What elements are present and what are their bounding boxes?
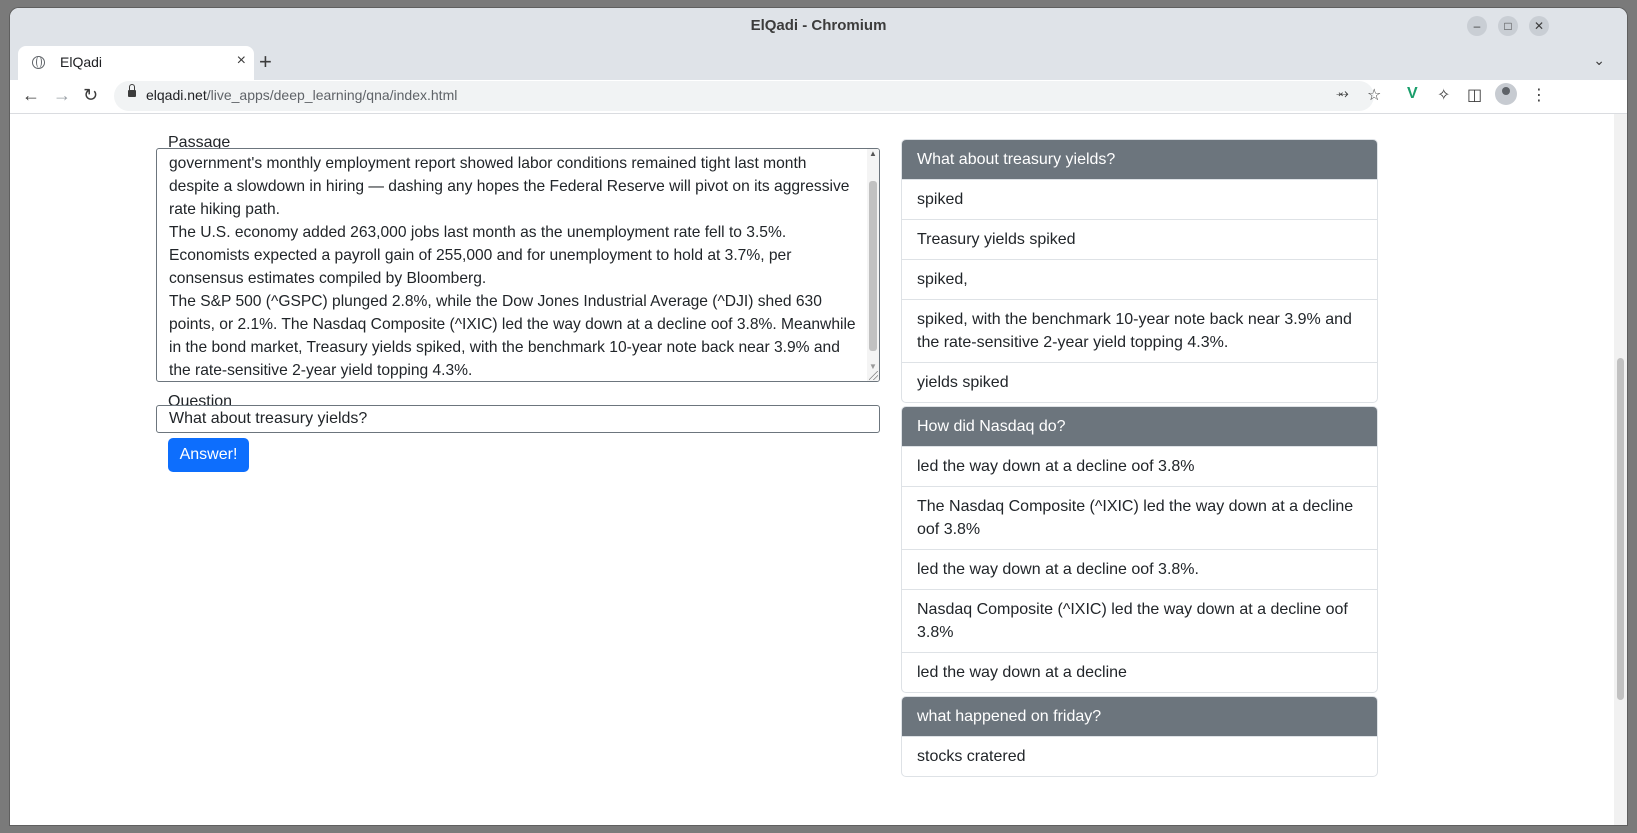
close-window-button[interactable]: ✕ xyxy=(1529,16,1549,36)
extensions-icon[interactable]: ✧ xyxy=(1437,85,1450,105)
page-scrollbar[interactable] xyxy=(1614,114,1627,825)
close-icon[interactable]: × xyxy=(237,52,246,70)
passage-scrollbar[interactable]: ▲ ▼ xyxy=(867,149,879,381)
answer-item: stocks cratered xyxy=(902,736,1377,776)
title-bar: ElQadi - Chromium – □ ✕ xyxy=(10,8,1627,44)
resize-grip-icon[interactable] xyxy=(869,371,878,380)
minimize-button[interactable]: – xyxy=(1467,16,1487,36)
url-path: /live_apps/deep_learning/qna/index.html xyxy=(206,87,458,103)
reload-icon[interactable]: ↻ xyxy=(83,85,98,106)
answer-item: led the way down at a decline oof 3.8%. xyxy=(902,549,1377,589)
answer-item: The Nasdaq Composite (^IXIC) led the way… xyxy=(902,486,1377,549)
answer-item: led the way down at a decline oof 3.8% xyxy=(902,446,1377,486)
window-title: ElQadi - Chromium xyxy=(750,17,887,34)
chevron-down-icon[interactable]: ⌄ xyxy=(1593,52,1605,69)
vue-devtools-icon[interactable]: V xyxy=(1407,85,1418,103)
share-icon[interactable]: ⥇ xyxy=(1336,85,1349,103)
passage-textarea[interactable]: government's monthly employment report s… xyxy=(156,148,880,382)
scroll-up-icon[interactable]: ▲ xyxy=(869,149,877,158)
question-input[interactable] xyxy=(156,405,880,433)
page-scrollbar-thumb[interactable] xyxy=(1617,358,1624,700)
passage-text[interactable]: government's monthly employment report s… xyxy=(169,152,861,381)
url-text: elqadi.net/live_apps/deep_learning/qna/i… xyxy=(146,87,457,103)
menu-kebab-icon[interactable]: ⋮ xyxy=(1531,85,1547,105)
new-tab-button[interactable]: + xyxy=(259,49,272,75)
passage-scrollbar-thumb[interactable] xyxy=(869,181,877,351)
back-arrow-icon[interactable]: ← xyxy=(22,85,40,106)
page-content: Passage government's monthly employment … xyxy=(10,114,1627,825)
result-card: what happened on friday? stocks cratered xyxy=(901,696,1378,777)
result-question: what happened on friday? xyxy=(902,697,1377,736)
answer-item: spiked, xyxy=(902,259,1377,299)
answer-item: Nasdaq Composite (^IXIC) led the way dow… xyxy=(902,589,1377,652)
answer-button[interactable]: Answer! xyxy=(168,438,249,472)
result-card: How did Nasdaq do? led the way down at a… xyxy=(901,406,1378,693)
answer-item: spiked xyxy=(902,179,1377,219)
scroll-down-icon[interactable]: ▼ xyxy=(869,362,877,371)
address-bar[interactable]: elqadi.net/live_apps/deep_learning/qna/i… xyxy=(114,81,1374,111)
side-panel-icon[interactable]: ◫ xyxy=(1467,85,1482,105)
answer-item: led the way down at a decline xyxy=(902,652,1377,692)
result-card: What about treasury yields? spiked Treas… xyxy=(901,139,1378,403)
browser-window: ElQadi - Chromium – □ ✕ ElQadi × + ⌄ ← →… xyxy=(10,8,1627,825)
maximize-button[interactable]: □ xyxy=(1498,16,1518,36)
profile-avatar-icon[interactable] xyxy=(1495,83,1517,105)
result-question: What about treasury yields? xyxy=(902,140,1377,179)
tab-elqadi[interactable]: ElQadi × xyxy=(18,46,254,80)
browser-toolbar: ← → ↻ elqadi.net/live_apps/deep_learning… xyxy=(10,80,1627,114)
result-question: How did Nasdaq do? xyxy=(902,407,1377,446)
answer-item: spiked, with the benchmark 10-year note … xyxy=(902,299,1377,362)
url-host: elqadi.net xyxy=(146,87,207,103)
tab-title: ElQadi xyxy=(60,54,103,70)
globe-icon xyxy=(32,56,45,69)
forward-arrow-icon[interactable]: → xyxy=(53,85,71,106)
tab-strip: ElQadi × + ⌄ xyxy=(10,44,1627,80)
answer-item: yields spiked xyxy=(902,362,1377,402)
answer-item: Treasury yields spiked xyxy=(902,219,1377,259)
star-icon[interactable]: ☆ xyxy=(1367,85,1381,105)
lock-icon xyxy=(128,84,136,98)
